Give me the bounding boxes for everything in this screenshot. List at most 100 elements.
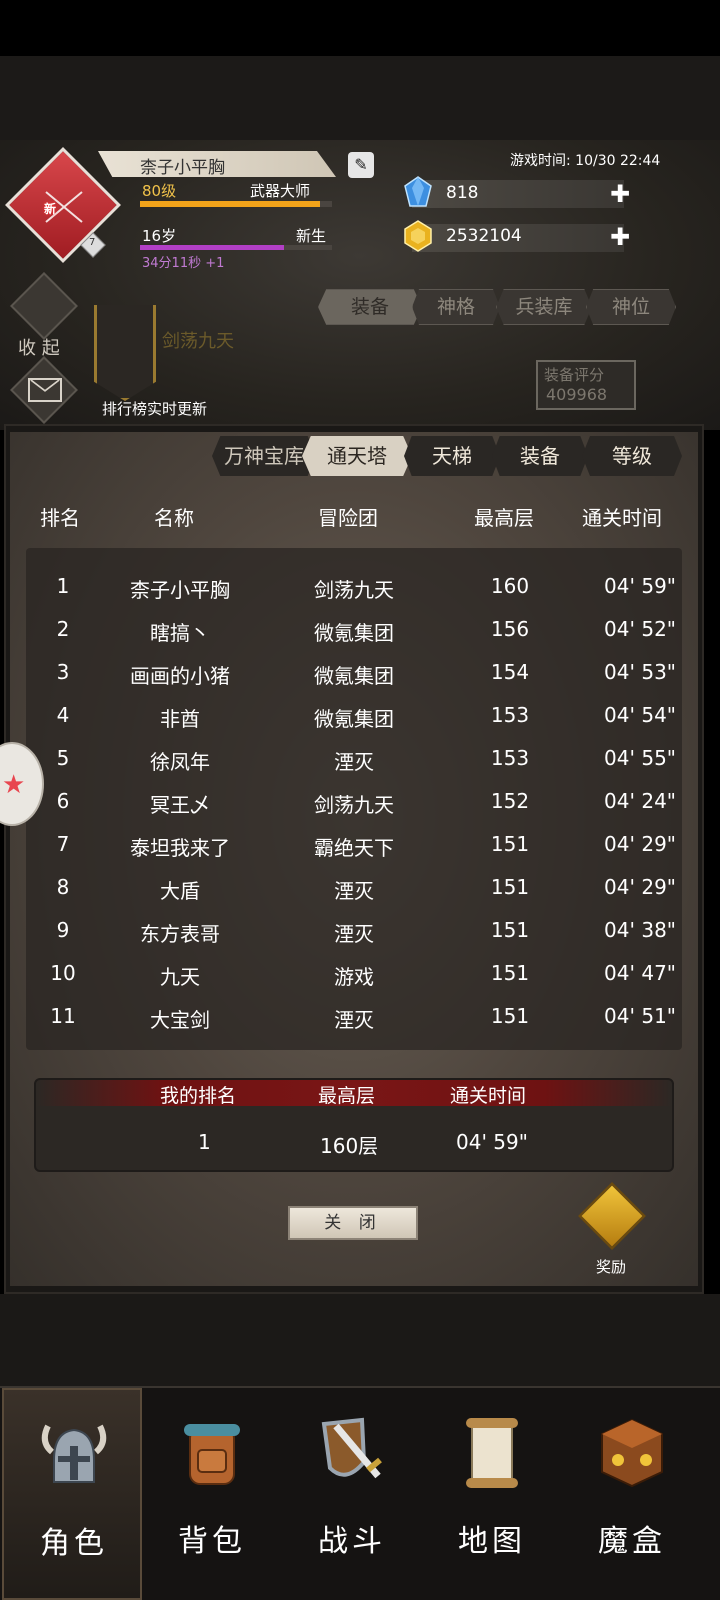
gold-amount: 2532104: [446, 226, 522, 246]
row-name: 画画的小猪: [130, 664, 230, 688]
row-rank: 11: [50, 1004, 76, 1028]
player-level: 80级: [142, 182, 177, 200]
my-rank-value: 1: [198, 1130, 211, 1154]
row-floor: 151: [490, 961, 530, 985]
nav-label: 角色: [40, 1526, 108, 1561]
table-row[interactable]: 7 泰坦我来了 霸绝天下 151 04' 29": [26, 824, 682, 867]
row-time: 04' 51": [604, 1004, 676, 1028]
magic-box-icon: [601, 1418, 663, 1488]
new-badge: 新: [44, 202, 57, 216]
rank-tab-level[interactable]: 等级: [582, 436, 682, 476]
row-name: 泰坦我来了: [130, 836, 230, 860]
equipment-score-value: 409968: [546, 385, 608, 404]
nav-map[interactable]: 地图: [422, 1388, 562, 1600]
gem-amount: 818: [446, 183, 479, 203]
nav-character[interactable]: 角色: [2, 1388, 142, 1600]
backpack-icon: [184, 1424, 240, 1485]
row-rank: 2: [56, 617, 70, 641]
row-guild: 剑荡九天: [314, 578, 394, 602]
row-name: 冥王乄: [150, 793, 210, 817]
row-name: 徐凤年: [150, 750, 210, 774]
edit-icon: ✎: [354, 155, 368, 174]
close-button[interactable]: 关 闭: [288, 1206, 418, 1240]
row-guild: 微氪集团: [314, 707, 394, 731]
mail-icon: [28, 378, 62, 402]
row-floor: 151: [490, 875, 530, 899]
tab-god-position[interactable]: 神位: [586, 289, 676, 325]
rank-update-notice: 排行榜实时更新: [102, 400, 208, 418]
row-name: 大宝剑: [150, 1008, 210, 1032]
star-icon: ★: [2, 770, 26, 800]
row-floor: 151: [490, 1004, 530, 1028]
table-row[interactable]: 10 九天 游戏 151 04' 47": [26, 953, 682, 996]
row-guild: 微氪集团: [314, 664, 394, 688]
growth-timer: 34分11秒 +1: [142, 256, 225, 271]
row-name: 九天: [160, 965, 200, 989]
player-stage: 新生: [296, 227, 327, 245]
row-rank: 7: [56, 832, 70, 856]
table-row[interactable]: 6 冥王乄 剑荡九天 152 04' 24": [26, 781, 682, 824]
table-row[interactable]: 3 画画的小猪 微氪集团 154 04' 53": [26, 652, 682, 695]
scroll-map-icon: [466, 1418, 518, 1488]
add-gems-button[interactable]: ✚: [610, 180, 630, 208]
nav-backpack[interactable]: 背包: [142, 1388, 282, 1600]
my-rank-header-time: 通关时间: [450, 1085, 527, 1107]
level-badge-number: 7: [89, 237, 96, 248]
table-row[interactable]: 9 东方表哥 湮灭 151 04' 38": [26, 910, 682, 953]
gold-coin-icon: [404, 220, 432, 252]
my-rank-header-floor: 最高层: [318, 1085, 376, 1107]
column-header-floor: 最高层: [474, 506, 534, 530]
tab-divinity[interactable]: 神格: [412, 289, 500, 325]
table-row[interactable]: 8 大盾 湮灭 151 04' 29": [26, 867, 682, 910]
status-bar: [0, 0, 720, 56]
row-name: 东方表哥: [140, 922, 220, 946]
nav-label: 战斗: [318, 1524, 386, 1559]
row-time: 04' 52": [604, 617, 676, 641]
row-guild: 湮灭: [334, 922, 374, 946]
blue-gem-icon: [404, 176, 432, 207]
nav-label: 背包: [178, 1524, 246, 1559]
rank-tab-pantheon-vault[interactable]: 万神宝库: [212, 436, 316, 476]
nav-label: 魔盒: [598, 1524, 666, 1559]
row-guild: 湮灭: [334, 879, 374, 903]
row-rank: 8: [56, 875, 70, 899]
guild-banner: [94, 305, 156, 401]
row-time: 04' 38": [604, 918, 676, 942]
helmet-icon: [41, 1424, 107, 1483]
rank-tab-ladder[interactable]: 天梯: [404, 436, 500, 476]
row-rank: 3: [56, 660, 70, 684]
my-time-value: 04' 59": [456, 1130, 528, 1154]
tab-equipment[interactable]: 装备: [318, 289, 422, 325]
table-row[interactable]: 5 徐凤年 湮灭 153 04' 55": [26, 738, 682, 781]
table-row[interactable]: 11 大宝剑 湮灭 151 04' 51": [26, 996, 682, 1039]
row-time: 04' 54": [604, 703, 676, 727]
table-row[interactable]: 4 非酋 微氪集团 153 04' 54": [26, 695, 682, 738]
add-gold-button[interactable]: ✚: [610, 223, 630, 251]
row-name: 瞎搞丶: [150, 621, 210, 645]
row-name: 非酋: [160, 707, 200, 731]
row-time: 04' 29": [604, 832, 676, 856]
rank-tab-sky-tower[interactable]: 通天塔: [302, 436, 412, 476]
nav-battle[interactable]: 战斗: [282, 1388, 422, 1600]
row-time: 04' 59": [604, 574, 676, 598]
table-row[interactable]: 2 瞎搞丶 微氪集团 156 04' 52": [26, 609, 682, 652]
row-time: 04' 47": [604, 961, 676, 985]
table-row[interactable]: 1 柰子小平胸 剑荡九天 160 04' 59": [26, 566, 682, 609]
player-name: 柰子小平胸: [140, 158, 225, 178]
row-guild: 游戏: [334, 965, 374, 989]
tab-armory[interactable]: 兵装库: [496, 289, 592, 325]
row-floor: 160: [490, 574, 530, 598]
rank-tab-equipment[interactable]: 装备: [492, 436, 588, 476]
row-time: 04' 29": [604, 875, 676, 899]
my-floor-value: 160层: [320, 1134, 379, 1158]
top-background: [0, 56, 720, 140]
equipment-score-label: 装备评分: [544, 366, 605, 384]
row-guild: 湮灭: [334, 750, 374, 774]
row-rank: 9: [56, 918, 70, 942]
reward-label[interactable]: 奖励: [596, 1256, 626, 1277]
guild-name: 剑荡九天: [162, 331, 234, 352]
row-guild: 微氪集团: [314, 621, 394, 645]
edit-name-button[interactable]: ✎: [348, 152, 374, 178]
my-rank-header-rank: 我的排名: [160, 1085, 237, 1107]
nav-magic-box[interactable]: 魔盒: [562, 1388, 702, 1600]
